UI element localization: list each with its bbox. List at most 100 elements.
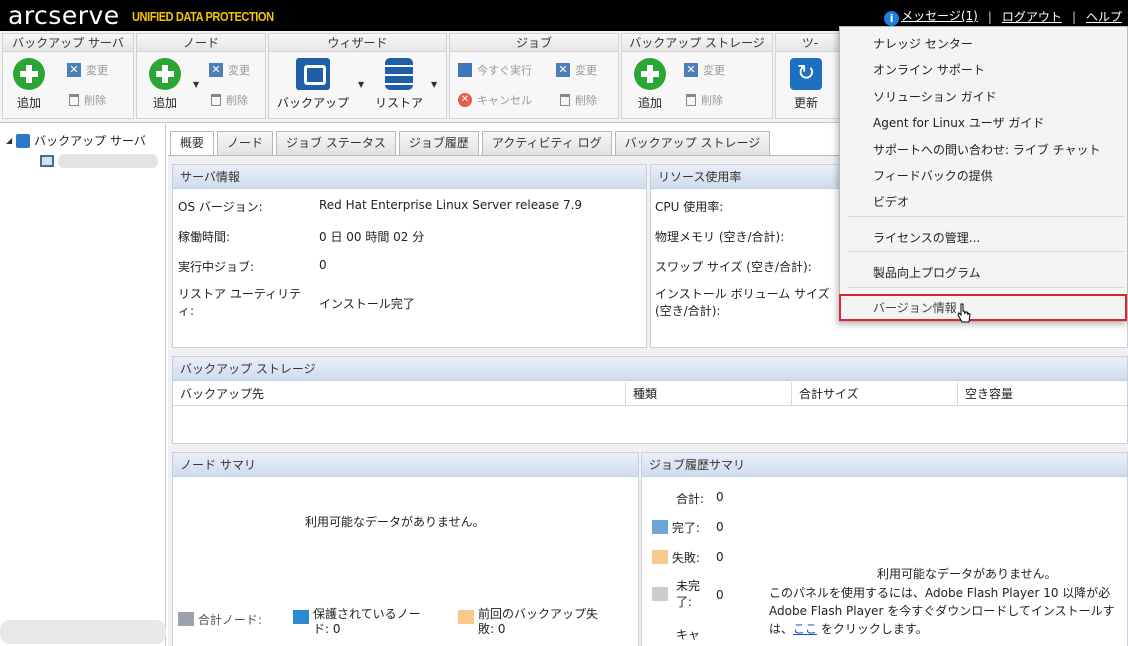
chevron-down-icon[interactable]: ▼ <box>431 80 437 89</box>
add-server-button[interactable]: 追加 <box>13 58 45 111</box>
tools-group: ツ- ↻ 更新 <box>775 33 845 119</box>
button-label: 変更 <box>575 64 597 77</box>
logout-link[interactable]: ログアウト <box>1002 8 1062 25</box>
button-label: 変更 <box>228 64 250 77</box>
tab-job-status[interactable]: ジョブ ステータス <box>276 131 396 155</box>
legend-swatch <box>178 612 194 626</box>
menu-item-solution-guide[interactable]: ソリューション ガイド <box>873 88 997 105</box>
chevron-down-icon[interactable]: ▼ <box>358 80 364 89</box>
flash-notice-line: Adobe Flash Player を今すぐダウンロードしてインストールす <box>769 604 1115 618</box>
cancel-job-button[interactable]: ✕ キャンセル <box>458 92 532 108</box>
menu-item-improvement-program[interactable]: 製品向上プログラム <box>873 264 981 281</box>
incomplete-value: 0 <box>716 588 724 602</box>
legend-label: 前回のバックアップ失敗: 0 <box>478 607 599 636</box>
menu-item-knowledge-center[interactable]: ナレッジ センター <box>873 35 973 52</box>
os-value: Red Hat Enterprise Linux Server release … <box>319 198 583 212</box>
button-label: バックアップ <box>277 96 350 110</box>
expand-icon[interactable]: ◢ <box>6 136 12 145</box>
backup-storage-group: バックアップ ストレージ 追加 ✕ 変更 削除 <box>621 33 773 119</box>
redacted-server-name <box>58 154 158 168</box>
add-storage-button[interactable]: 追加 <box>634 58 666 111</box>
add-node-button[interactable]: 追加 <box>149 58 181 111</box>
refresh-icon: ↻ <box>790 58 822 90</box>
tab-overview[interactable]: 概要 <box>170 131 215 156</box>
computer-icon <box>40 155 54 167</box>
flash-notice-line: このパネルを使用するには、Adobe Flash Player 10 以降が必 <box>769 586 1111 600</box>
legend-label: 未完了: <box>676 579 701 609</box>
button-label: 削除 <box>84 94 106 107</box>
menu-item-video[interactable]: ビデオ <box>873 193 909 210</box>
button-label: リストア <box>375 96 424 110</box>
cancel-icon: ✕ <box>458 93 472 107</box>
add-icon <box>634 58 666 90</box>
legend-protected: 保護されているノード: 0 <box>293 607 428 637</box>
column-header[interactable]: バックアップ先 <box>173 382 626 406</box>
delete-node-button[interactable]: 削除 <box>211 92 248 108</box>
backup-server-group: バックアップ サーバ 追加 ✕ 変更 削除 <box>2 33 134 119</box>
legend-label: 完了: <box>671 521 700 535</box>
change-node-button[interactable]: ✕ 変更 <box>209 62 250 78</box>
restore-wizard-button[interactable]: リストア <box>375 58 423 111</box>
panel-title: バックアップ ストレージ <box>173 357 1127 381</box>
button-label: 追加 <box>637 96 662 110</box>
button-label: 変更 <box>86 64 108 77</box>
add-icon <box>149 58 181 90</box>
restore-utility-label: リストア ユーティリティ: <box>178 287 302 318</box>
os-label: OS バージョン: <box>178 200 263 214</box>
backup-wizard-button[interactable]: バックアップ <box>277 58 349 111</box>
button-label: 削除 <box>226 94 248 107</box>
total-value: 0 <box>716 490 724 504</box>
change-job-button[interactable]: ✕ 変更 <box>556 62 597 78</box>
button-label: 今すぐ実行 <box>477 64 532 77</box>
delete-job-button[interactable]: 削除 <box>560 92 597 108</box>
column-header[interactable]: 合計サイズ <box>792 382 958 406</box>
node-group: ノード 追加 ▼ ✕ 変更 削除 <box>136 33 266 119</box>
button-label: 追加 <box>152 96 177 110</box>
tab-backup-storage[interactable]: バックアップ ストレージ <box>614 131 771 155</box>
arcserve-logo: arcserve <box>8 1 120 30</box>
edit-icon: ✕ <box>556 63 570 77</box>
uptime-value: 0 日 00 時間 02 分 <box>319 230 425 244</box>
legend-last-failed: 前回のバックアップ失敗: 0 <box>458 607 603 637</box>
delete-server-button[interactable]: 削除 <box>69 92 106 108</box>
menu-item-agent-guide[interactable]: Agent for Linux ユーザ ガイド <box>873 114 1044 131</box>
flash-download-link[interactable]: ここ <box>793 622 817 636</box>
node-summary-panel: ノード サマリ 利用可能なデータがありません。 合計ノード: 保護されているノー… <box>172 452 639 646</box>
cancel-label: キャ <box>676 628 701 642</box>
run-now-button[interactable]: 今すぐ実行 <box>458 62 532 78</box>
group-title: バックアップ ストレージ <box>622 34 772 52</box>
running-jobs-label: 実行中ジョブ: <box>178 260 255 274</box>
menu-item-live-chat[interactable]: サポートへの問い合わせ: ライブ チャット <box>873 141 1101 158</box>
tree-root-backup-server[interactable]: ◢ バックアップ サーバ <box>6 132 146 149</box>
menu-item-feedback[interactable]: フィードバックの提供 <box>873 167 993 184</box>
volume-label: インストール ボリューム サイズ (空き/合計): <box>655 287 830 318</box>
tab-activity-log[interactable]: アクティビティ ログ <box>481 131 612 155</box>
trash-icon <box>560 94 570 106</box>
help-link[interactable]: ヘルプ <box>1086 8 1122 25</box>
button-label: 更新 <box>793 96 818 110</box>
tree-server-node[interactable] <box>40 154 158 168</box>
refresh-button[interactable]: ↻ 更新 <box>790 58 822 111</box>
server-tree: ◢ バックアップ サーバ <box>0 124 166 646</box>
flash-text: は、 <box>769 622 794 636</box>
change-storage-button[interactable]: ✕ 変更 <box>684 62 725 78</box>
cpu-label: CPU 使用率: <box>655 200 724 214</box>
failed-value: 0 <box>716 550 724 564</box>
flash-notice-line: は、ここ をクリックします。 <box>769 620 1127 638</box>
column-header[interactable]: 空き容量 <box>958 382 1127 406</box>
legend-swatch <box>652 587 668 601</box>
legend-label: 保護されているノード: 0 <box>313 607 421 636</box>
tab-job-history[interactable]: ジョブ履歴 <box>398 131 479 155</box>
menu-divider <box>848 287 1125 288</box>
no-data-message: 利用可能なデータがありません。 <box>305 515 485 529</box>
legend-failed: 失敗: <box>652 549 700 566</box>
tab-nodes[interactable]: ノード <box>217 131 274 155</box>
menu-item-license[interactable]: ライセンスの管理... <box>873 229 980 246</box>
column-header[interactable]: 種類 <box>626 382 792 406</box>
messages-link[interactable]: i メッセージ(1) <box>884 7 978 26</box>
legend-incomplete: 未完了: <box>652 578 707 610</box>
delete-storage-button[interactable]: 削除 <box>686 92 723 108</box>
change-server-button[interactable]: ✕ 変更 <box>67 62 108 78</box>
menu-item-online-support[interactable]: オンライン サポート <box>873 61 985 78</box>
chevron-down-icon[interactable]: ▼ <box>193 80 199 89</box>
